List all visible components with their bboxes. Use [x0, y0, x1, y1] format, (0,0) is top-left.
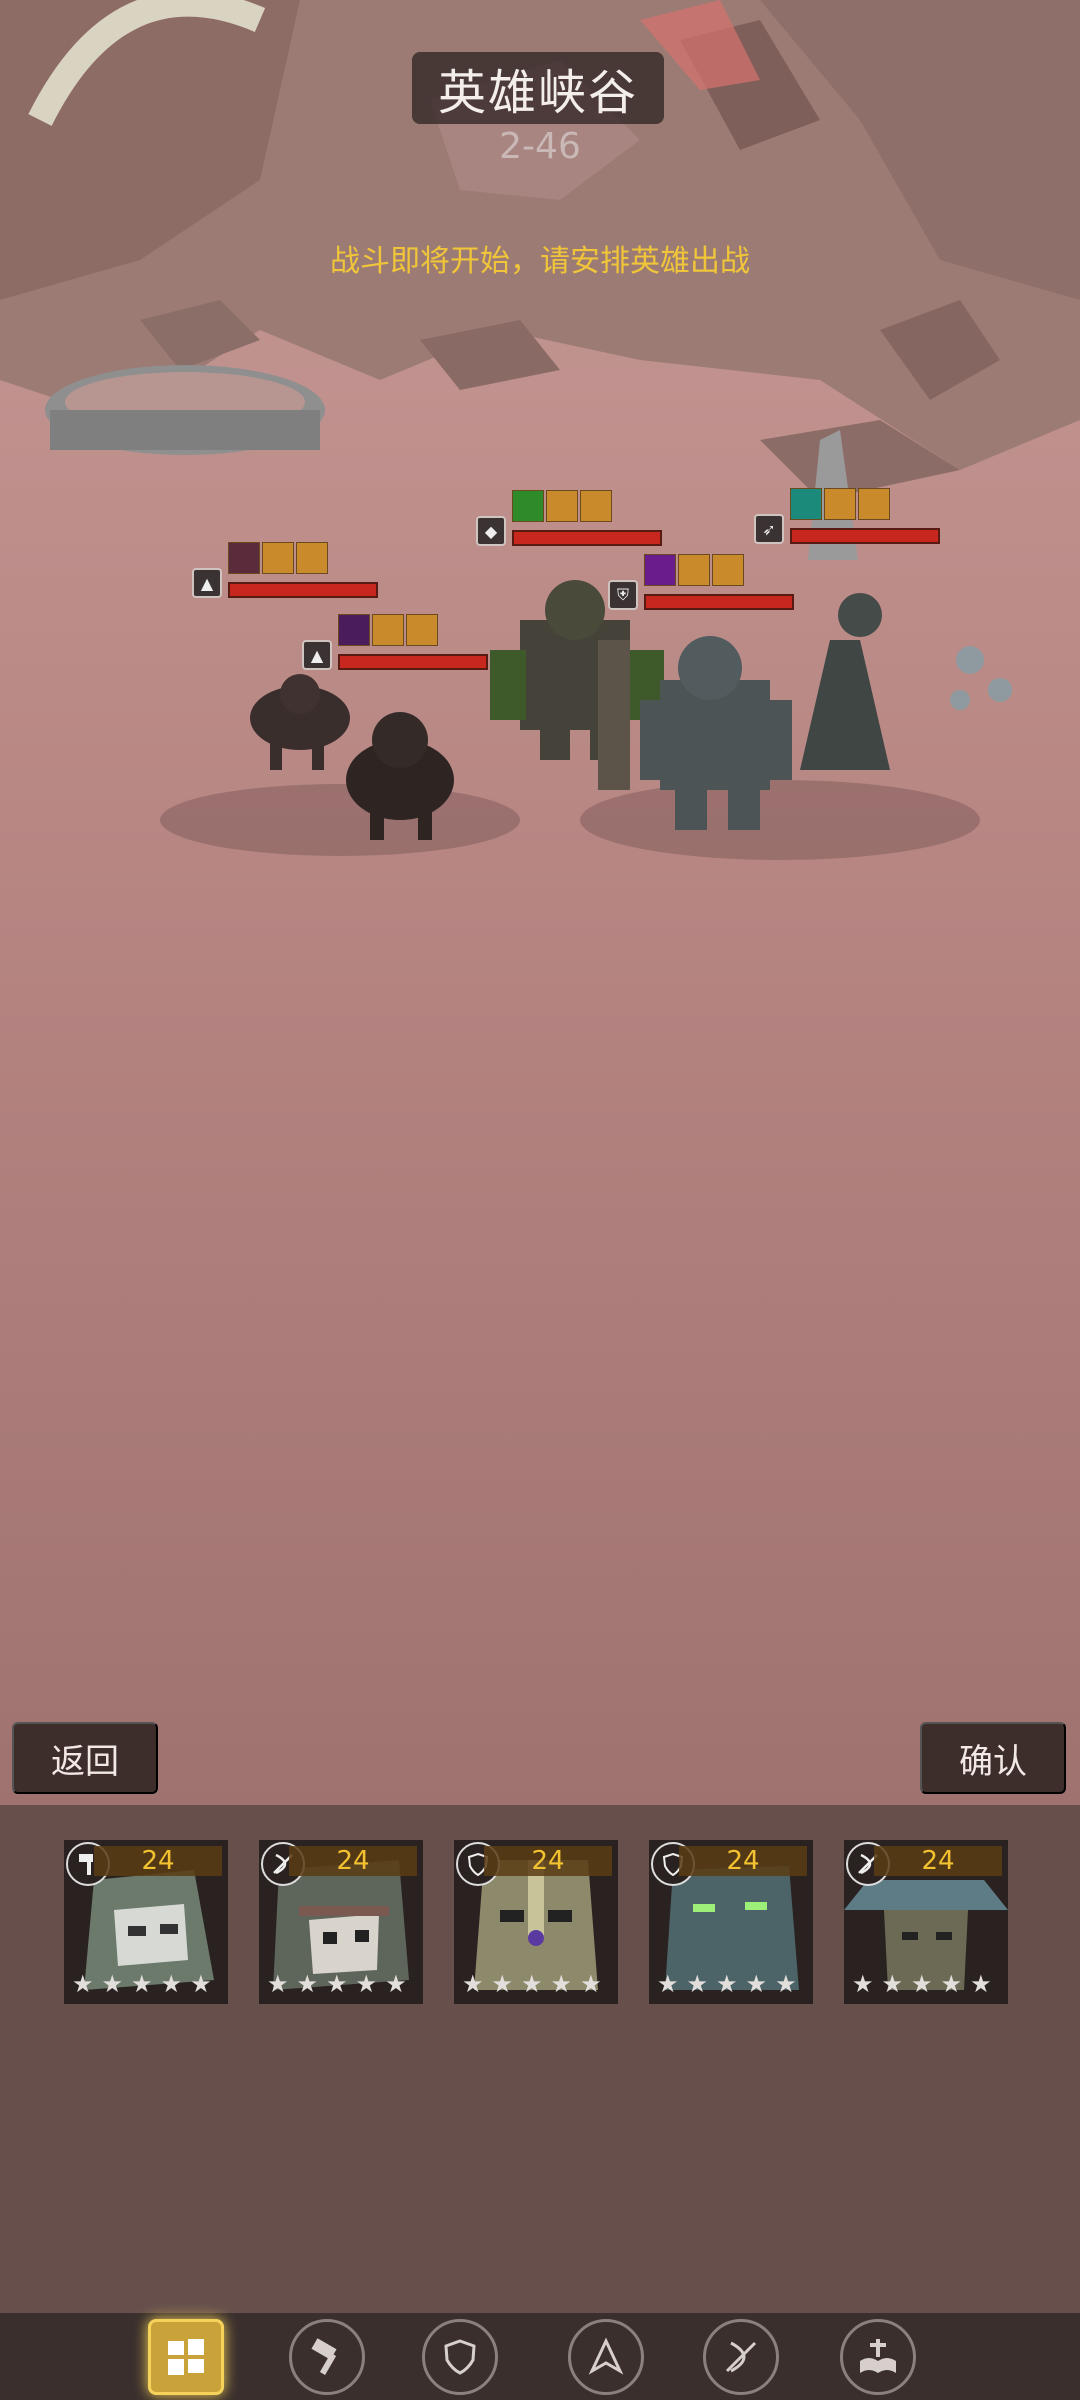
star-icon: ★: [657, 1970, 679, 1998]
star-icon: ★: [911, 1970, 933, 1998]
hero-card-4[interactable]: 24 ★ ★ ★ ★ ★: [649, 1840, 813, 2004]
star-icon: ★: [267, 1970, 289, 1998]
hero-card-1[interactable]: 24 ★ ★ ★ ★ ★: [64, 1840, 228, 2004]
star-icon: ★: [775, 1970, 797, 1998]
hero-level: 24: [484, 1846, 612, 1876]
star-icon: ★: [550, 1970, 573, 1998]
assassin-icon[interactable]: [568, 2319, 644, 2395]
battle-scene: 英雄峡谷 2-46 战斗即将开始，请安排英雄出战 ▲ ▲ ◆ ⛨ ➶: [0, 0, 1080, 1805]
star-icon: ★: [580, 1970, 602, 1998]
skill-icon: [824, 488, 856, 520]
skill-icon: [546, 490, 578, 522]
star-icon: ★: [881, 1970, 904, 1998]
assassin-icon: ▲: [192, 568, 222, 598]
star-icon: ★: [491, 1970, 514, 1998]
star-rating: ★ ★ ★ ★ ★: [852, 1972, 992, 1996]
hero-level: 24: [874, 1846, 1002, 1876]
mage-book-icon[interactable]: [840, 2319, 916, 2395]
star-icon: ★: [852, 1970, 874, 1998]
skill-icon: [296, 542, 328, 574]
warrior-hammer-icon[interactable]: [289, 2319, 365, 2395]
skill-icon: [858, 488, 890, 520]
skill-icon: [712, 554, 744, 586]
star-icon: ★: [355, 1970, 378, 1998]
star-icon: ★: [131, 1970, 153, 1998]
battle-hint: 战斗即将开始，请安排英雄出战: [330, 244, 750, 279]
enemy-treant: [598, 640, 630, 790]
hero-level: 24: [94, 1846, 222, 1876]
skill-icon: [372, 614, 404, 646]
stage-title: 英雄峡谷: [437, 65, 638, 121]
class-filter-bar: [0, 2313, 1080, 2400]
skill-icon: [338, 614, 370, 646]
confirm-button[interactable]: 确认: [920, 1722, 1066, 1794]
star-rating: ★ ★ ★ ★ ★: [462, 1972, 602, 1996]
star-icon: ★: [970, 1970, 992, 1998]
star-icon: ★: [296, 1970, 319, 1998]
star-icon: ★: [462, 1970, 484, 1998]
hero-level: 24: [289, 1846, 417, 1876]
hp-bar: [790, 528, 940, 544]
tank-shield-icon[interactable]: [422, 2319, 498, 2395]
star-icon: ★: [745, 1970, 768, 1998]
skill-icon: [644, 554, 676, 586]
hero-card-5[interactable]: 24 ★ ★ ★ ★ ★: [844, 1840, 1008, 2004]
archer-icon[interactable]: [703, 2319, 779, 2395]
star-icon: ★: [521, 1970, 543, 1998]
star-icon: ★: [940, 1970, 963, 1998]
back-button[interactable]: 返回: [12, 1722, 158, 1794]
assassin-icon: ▲: [302, 640, 332, 670]
hero-level: 24: [679, 1846, 807, 1876]
stage-level: 2-46: [499, 126, 581, 167]
star-icon: ★: [160, 1970, 183, 1998]
skill-icon: [406, 614, 438, 646]
skill-icon: [262, 542, 294, 574]
star-icon: ★: [101, 1970, 124, 1998]
skill-icon: [678, 554, 710, 586]
hero-card-3[interactable]: 24 ★ ★ ★ ★ ★: [454, 1840, 618, 2004]
hp-bar: [338, 654, 488, 670]
support-icon: ◆: [476, 516, 506, 546]
star-rating: ★ ★ ★ ★ ★: [657, 1972, 797, 1996]
star-icon: ★: [686, 1970, 709, 1998]
tank-icon: ⛨: [608, 580, 638, 610]
star-rating: ★ ★ ★ ★ ★: [72, 1972, 212, 1996]
star-icon: ★: [385, 1970, 407, 1998]
hero-card-2[interactable]: 24 ★ ★ ★ ★ ★: [259, 1840, 423, 2004]
archer-icon: ➶: [754, 514, 784, 544]
star-rating: ★ ★ ★ ★ ★: [267, 1972, 407, 1996]
formation-icon[interactable]: [148, 2319, 224, 2395]
hp-bar: [512, 530, 662, 546]
skill-icon: [228, 542, 260, 574]
skill-icon: [790, 488, 822, 520]
skill-icon: [512, 490, 544, 522]
star-icon: ★: [72, 1970, 94, 1998]
hp-bar: [228, 582, 378, 598]
star-icon: ★: [190, 1970, 212, 1998]
skill-icon: [580, 490, 612, 522]
star-icon: ★: [326, 1970, 348, 1998]
hp-bar: [644, 594, 794, 610]
stage-title-box: 英雄峡谷: [412, 52, 664, 124]
star-icon: ★: [716, 1970, 738, 1998]
